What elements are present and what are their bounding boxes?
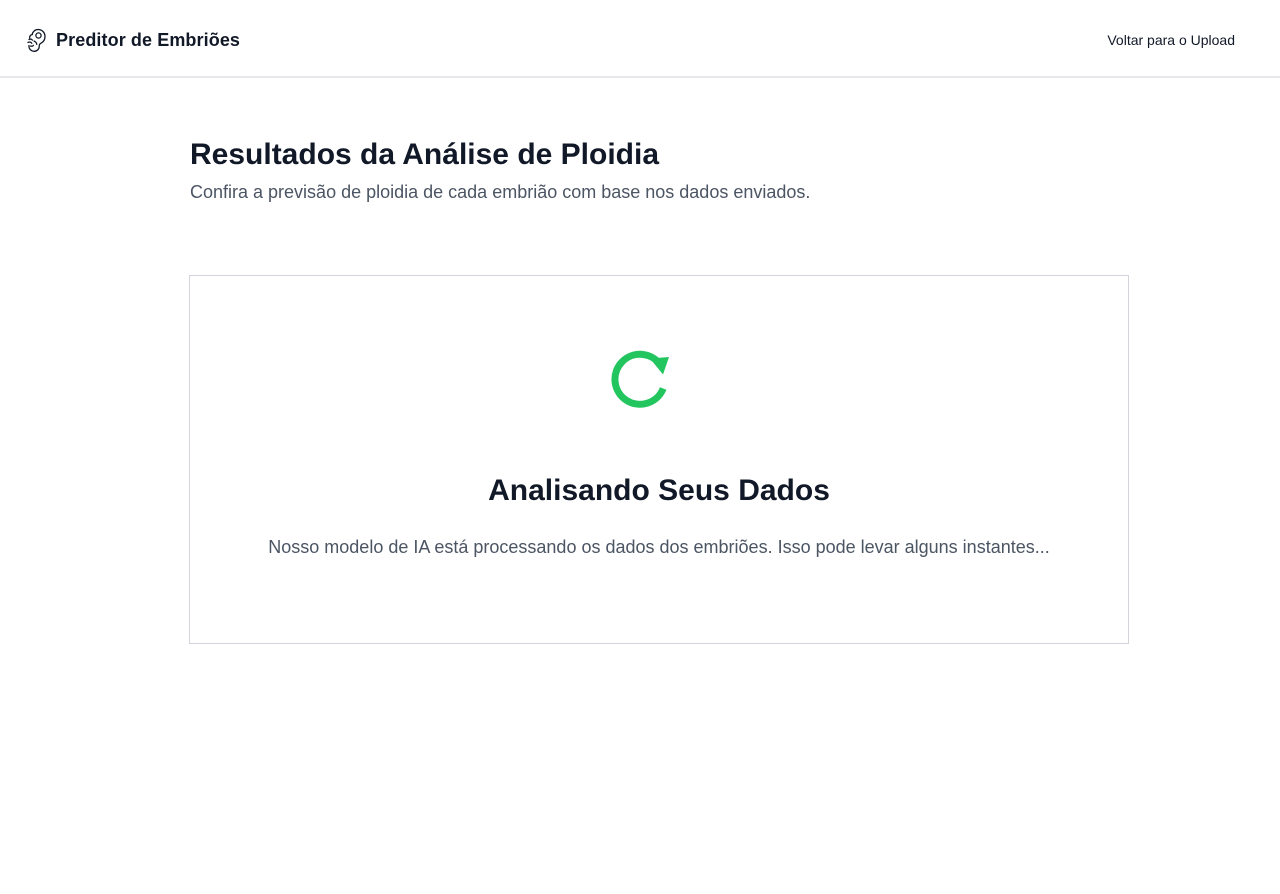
brand-title: Preditor de Embriões bbox=[56, 29, 241, 50]
page-title: Resultados da Análise de Ploidia bbox=[190, 138, 660, 171]
embryo-icon bbox=[24, 27, 48, 53]
page-subtitle: Confira a previsão de ploidia de cada em… bbox=[190, 182, 811, 202]
analysis-status-card: Analisando Seus Dados Nosso modelo de IA… bbox=[189, 275, 1129, 644]
top-navbar: Preditor de Embriões Voltar para o Uploa… bbox=[0, 0, 1280, 78]
brand[interactable]: Preditor de Embriões bbox=[24, 26, 240, 54]
status-message: Nosso modelo de IA está processando os d… bbox=[268, 537, 1050, 557]
back-to-upload-link[interactable]: Voltar para o Upload bbox=[1107, 32, 1235, 48]
status-title: Analisando Seus Dados bbox=[488, 474, 830, 507]
refresh-icon bbox=[606, 343, 672, 409]
